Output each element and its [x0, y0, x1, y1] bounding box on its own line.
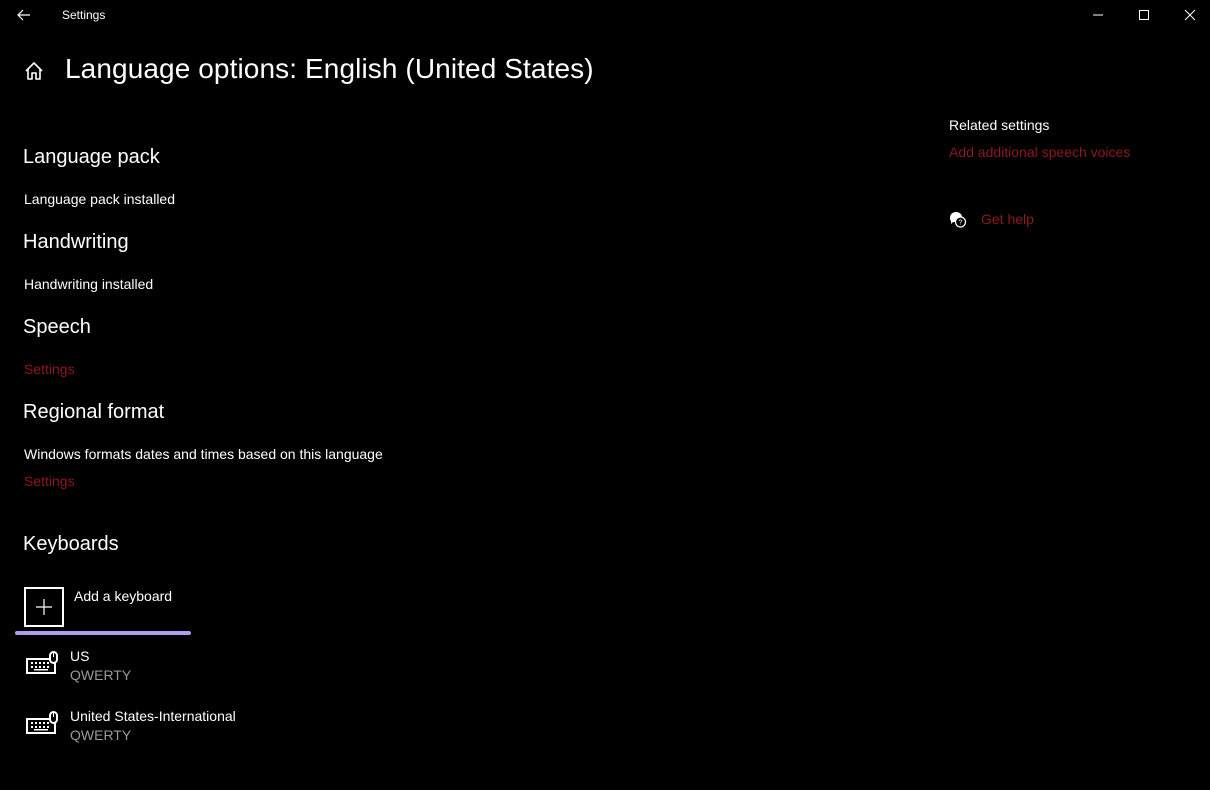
add-keyboard-button[interactable] [24, 587, 64, 627]
add-speech-voices-link[interactable]: Add additional speech voices [949, 144, 1130, 160]
back-button[interactable] [14, 5, 34, 25]
window-title: Settings [62, 8, 106, 22]
keyboard-us-layout: QWERTY [70, 667, 132, 683]
regional-format-heading: Regional format [23, 401, 165, 423]
close-icon [1184, 9, 1196, 21]
home-icon [25, 62, 43, 80]
handwriting-heading: Handwriting [23, 231, 129, 253]
page-title: Language options: English (United States… [65, 53, 594, 84]
keyboard-icon [25, 710, 59, 738]
keyboard-icon [25, 650, 59, 678]
language-pack-status: Language pack installed [24, 191, 176, 207]
minimize-icon [1093, 14, 1103, 16]
focus-indicator [15, 631, 191, 635]
get-help-link[interactable]: Get help [981, 211, 1034, 227]
keyboard-us-name[interactable]: US [70, 648, 89, 664]
speech-heading: Speech [23, 316, 91, 338]
language-pack-heading: Language pack [23, 146, 160, 168]
minimize-button[interactable] [1075, 0, 1121, 30]
plus-icon [36, 599, 52, 615]
back-arrow-icon [17, 9, 30, 21]
home-button[interactable] [23, 60, 45, 82]
keyboards-heading: Keyboards [23, 533, 119, 555]
close-button[interactable] [1167, 0, 1210, 30]
keyboard-intl-layout: QWERTY [70, 727, 132, 743]
svg-text:?: ? [959, 220, 963, 227]
related-settings-heading: Related settings [949, 117, 1050, 133]
get-help-icon: ? [948, 210, 968, 230]
maximize-button[interactable] [1121, 0, 1167, 30]
handwriting-status: Handwriting installed [24, 276, 154, 292]
keyboard-intl-name[interactable]: United States-International [70, 708, 236, 724]
add-keyboard-label[interactable]: Add a keyboard [74, 588, 172, 604]
regional-format-description: Windows formats dates and times based on… [24, 446, 383, 462]
regional-format-settings-link[interactable]: Settings [24, 473, 75, 489]
speech-settings-link[interactable]: Settings [24, 361, 75, 377]
maximize-icon [1139, 10, 1149, 20]
